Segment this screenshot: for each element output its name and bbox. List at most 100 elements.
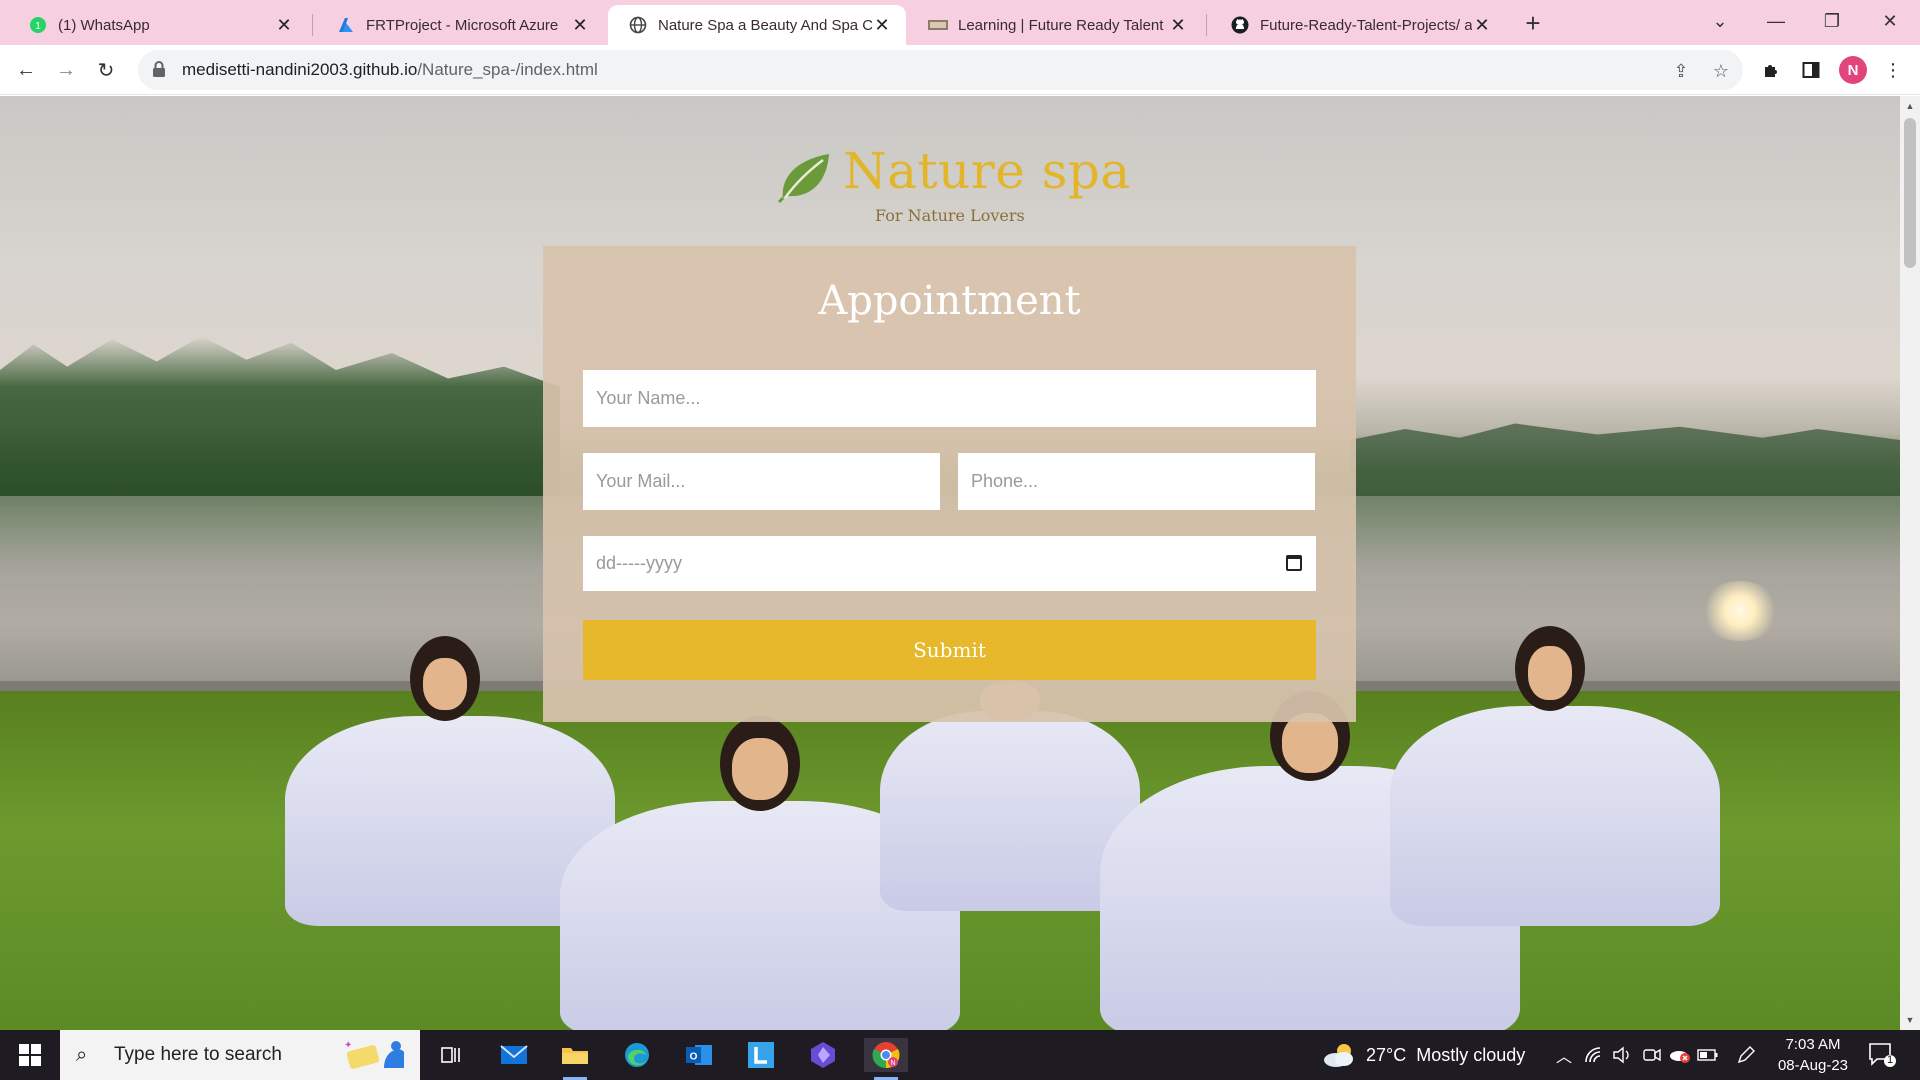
tab-separator [1206,14,1207,36]
close-icon[interactable]: ✕ [1168,15,1188,35]
page-viewport: Nature spa For Nature Lovers Appointment… [0,96,1900,1030]
onedrive-error-icon[interactable] [1668,1038,1692,1072]
forward-arrow-icon[interactable]: → [50,54,82,86]
tab-nature-spa[interactable]: Nature Spa a Beauty And Spa Ca ✕ [608,5,906,45]
appointment-form: Appointment Your Name... Your Mail... Ph… [543,246,1356,722]
name-placeholder: Your Name... [596,388,701,408]
close-icon[interactable]: ✕ [872,15,892,35]
meditating-person [1390,626,1720,926]
file-explorer-icon[interactable] [553,1038,597,1080]
tab-title: Learning | Future Ready Talent [958,16,1164,34]
cloudy-weather-icon [1324,1044,1353,1067]
browser-toolbar: ← → ↻ medisetti-nandini2003.github.io/Na… [0,45,1920,95]
date-placeholder: dd-----yyyy [596,553,682,573]
clock-date: 08-Aug-23 [1777,1057,1849,1074]
email-input[interactable]: Your Mail... [583,453,940,510]
site-logo[interactable]: Nature spa For Nature Lovers [777,142,1130,225]
chrome-browser-icon[interactable]: N [864,1038,908,1080]
lock-icon [152,61,170,79]
learning-icon [928,15,948,35]
bookmark-star-icon[interactable]: ☆ [1710,60,1732,82]
tab-azure[interactable]: FRTProject - Microsoft Azure ✕ [316,5,604,45]
profile-avatar[interactable]: N [1839,56,1867,84]
extensions-puzzle-icon[interactable] [1758,57,1784,83]
edge-browser-icon[interactable] [615,1038,659,1072]
calendar-icon[interactable] [1286,555,1302,571]
battery-icon[interactable] [1696,1038,1720,1072]
weather-widget[interactable]: 27°C Mostly cloudy [1322,1030,1525,1080]
tab-title: FRTProject - Microsoft Azure [366,16,559,34]
tab-strip: 1 (1) WhatsApp ✕ FRTProject - Microsoft … [0,0,1920,45]
restore-icon[interactable]: ❐ [1804,0,1860,42]
url-text: medisetti-nandini2003.github.io/Nature_s… [182,60,598,80]
network-icon[interactable] [1582,1038,1606,1072]
submit-button[interactable]: Submit [583,620,1316,680]
meet-camera-icon[interactable] [1640,1038,1664,1072]
taskbar-search-box[interactable]: ⌕ Type here to search ✦ [60,1030,420,1080]
brand-tagline: For Nature Lovers [875,206,1025,225]
reload-icon[interactable]: ↻ [90,54,122,86]
svg-text:1: 1 [35,21,41,32]
learning-app-icon[interactable] [739,1038,783,1072]
close-icon[interactable]: ✕ [570,15,590,35]
leaf-icon [777,154,829,204]
scrollbar-thumb[interactable] [1904,118,1916,268]
taskbar-search-placeholder: Type here to search [114,1044,282,1065]
tab-whatsapp[interactable]: 1 (1) WhatsApp ✕ [8,5,308,45]
address-bar[interactable]: medisetti-nandini2003.github.io/Nature_s… [138,50,1743,90]
windows-start-icon[interactable] [10,1040,50,1070]
phone-placeholder: Phone... [971,471,1039,491]
outlook-icon[interactable]: O [677,1038,721,1072]
whatsapp-icon: 1 [28,15,48,35]
email-placeholder: Your Mail... [596,471,686,491]
side-panel-icon[interactable] [1798,57,1824,83]
weather-temperature: 27°C [1366,1044,1407,1065]
power-automate-icon[interactable] [801,1038,845,1072]
svg-text:✦: ✦ [344,1040,352,1051]
form-heading: Appointment [818,278,1081,324]
name-input[interactable]: Your Name... [583,370,1316,427]
url-host: medisetti-nandini2003.github.io [182,60,418,79]
github-icon [1230,15,1250,35]
tab-github[interactable]: Future-Ready-Talent-Projects/ at ✕ [1210,5,1506,45]
page-scrollbar[interactable]: ▲ ▼ [1900,96,1920,1030]
search-highlight-illustration-icon: ✦ [344,1040,404,1069]
windows-taskbar: ⌕ Type here to search ✦ O N 27°C Mostly … [0,1030,1920,1080]
tab-title: (1) WhatsApp [58,16,150,34]
date-input[interactable]: dd-----yyyy [583,536,1316,591]
tab-search-chevron-icon[interactable]: ⌄ [1692,0,1748,42]
background-trees [1350,423,1900,506]
pen-workspace-icon[interactable] [1734,1038,1758,1072]
system-clock[interactable]: 7:03 AM 08-Aug-23 [1768,1034,1858,1076]
globe-icon [628,15,648,35]
notification-count: 1 [1886,1054,1894,1066]
azure-icon [336,15,356,35]
url-path: /Nature_spa-/index.html [417,60,598,79]
tab-separator [312,14,313,36]
clock-time: 7:03 AM [1785,1036,1841,1053]
svg-text:O: O [690,1052,698,1063]
scroll-up-arrow-icon[interactable]: ▲ [1900,98,1920,114]
phone-input[interactable]: Phone... [958,453,1315,510]
scroll-down-arrow-icon[interactable]: ▼ [1900,1012,1920,1028]
minimize-icon[interactable]: — [1748,0,1804,42]
close-icon[interactable]: ✕ [1472,15,1492,35]
notification-center-icon[interactable]: 1 [1868,1042,1896,1068]
share-icon[interactable]: ⇪ [1670,60,1692,82]
close-icon[interactable]: ✕ [274,15,294,35]
background-trees [0,336,560,506]
weather-description: Mostly cloudy [1416,1044,1526,1065]
menu-kebab-icon[interactable]: ⋮ [1880,57,1906,83]
show-hidden-icons-chevron-icon[interactable]: ︿ [1552,1038,1576,1072]
tab-learning[interactable]: Learning | Future Ready Talent ✕ [908,5,1202,45]
back-arrow-icon[interactable]: ← [10,54,42,86]
task-view-icon[interactable] [430,1038,474,1072]
tab-title: Future-Ready-Talent-Projects/ at [1260,16,1472,34]
brand-name: Nature spa [843,142,1131,200]
window-close-icon[interactable]: ✕ [1862,0,1918,42]
mail-icon[interactable] [492,1038,536,1072]
new-tab-button[interactable]: + [1518,8,1548,38]
tab-title: Nature Spa a Beauty And Spa Ca [658,16,872,34]
volume-icon[interactable] [1610,1038,1634,1072]
svg-text:N: N [890,1060,895,1067]
